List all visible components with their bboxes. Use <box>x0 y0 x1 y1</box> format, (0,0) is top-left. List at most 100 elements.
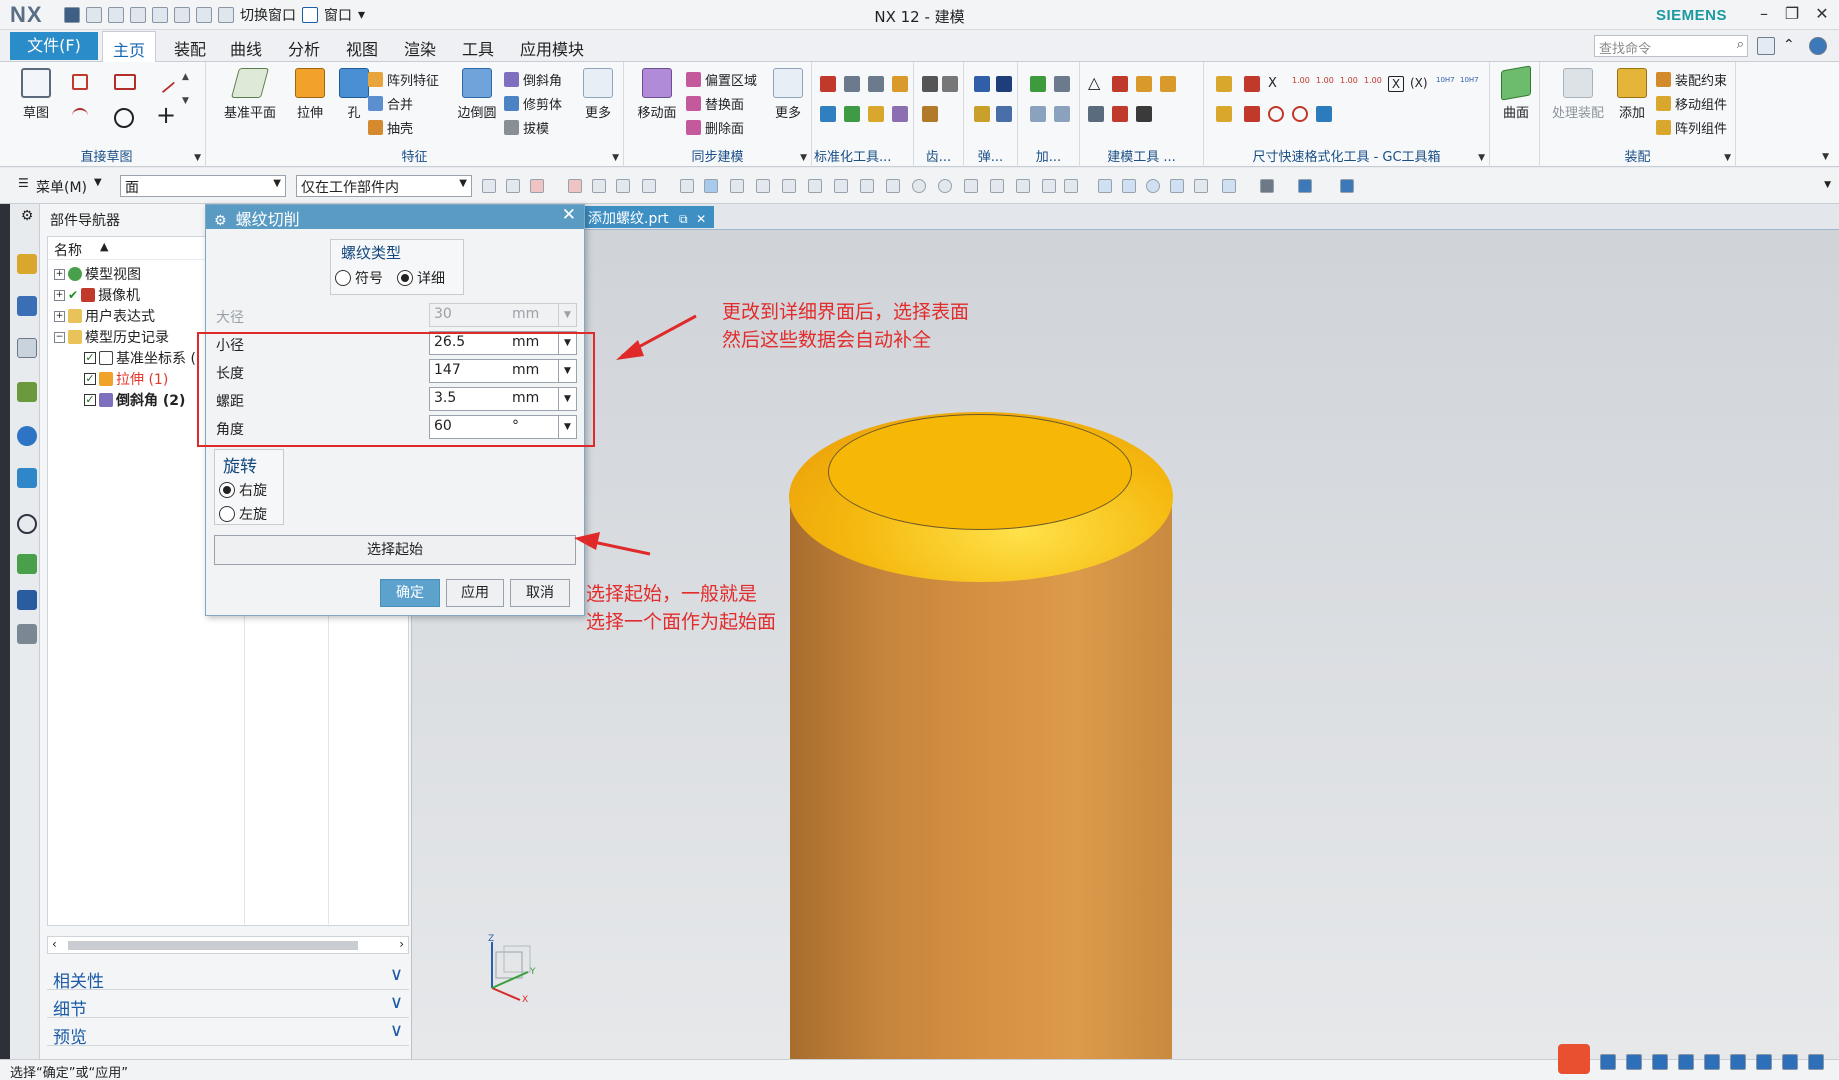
cancel-button[interactable]: 取消 <box>510 579 570 607</box>
sync-group-dropdown-icon[interactable]: ▼ <box>800 153 807 163</box>
paste-icon[interactable] <box>152 7 168 23</box>
scroll-right-icon[interactable]: › <box>399 937 404 951</box>
menu-icon[interactable]: ☰ <box>18 176 32 190</box>
rectangle-icon[interactable] <box>114 74 136 90</box>
constraint-navigator-icon[interactable] <box>17 296 37 316</box>
checkbox[interactable]: ✓ <box>84 352 96 364</box>
restore-icon[interactable]: ❐ <box>1780 4 1804 23</box>
expand-icon[interactable]: + <box>54 310 65 322</box>
standard-tool-icon[interactable] <box>820 106 836 122</box>
filter-tool-icon[interactable] <box>506 179 520 193</box>
snap-tool-icon[interactable] <box>990 179 1004 193</box>
draft-button[interactable]: 拔模 <box>504 118 549 137</box>
gc-tool-icon[interactable] <box>1216 76 1232 92</box>
tab-view[interactable]: 视图 <box>346 36 378 60</box>
gc-tool-icon[interactable] <box>1216 106 1232 122</box>
ime-tool-icon[interactable] <box>1652 1054 1668 1070</box>
assembly-group-dropdown-icon[interactable]: ▼ <box>1724 153 1731 163</box>
snap-tool-icon[interactable] <box>808 179 822 193</box>
sort-ascending-icon[interactable]: ▲ <box>100 240 108 253</box>
tab-home[interactable]: 主页 <box>102 31 157 62</box>
close-icon[interactable]: ✕ <box>562 205 576 225</box>
view-tool-icon[interactable] <box>1122 179 1136 193</box>
gc-x-icon[interactable]: X <box>1388 76 1404 92</box>
gc-toolbox-dropdown-icon[interactable]: ▼ <box>1478 153 1485 163</box>
scrollbar-thumb[interactable] <box>68 941 358 950</box>
command-search-input[interactable]: 查找命令 ⌕ <box>1594 35 1748 57</box>
add-component-button[interactable]: 添加 <box>1610 68 1654 121</box>
chamfer-button[interactable]: 倒斜角 <box>504 70 562 89</box>
tree-item-user-expressions[interactable]: + 用户表达式 <box>54 306 155 326</box>
menu-dropdown-icon[interactable]: ▼ <box>94 177 102 188</box>
snap-tool-icon[interactable] <box>886 179 900 193</box>
column-header-name[interactable]: 名称 <box>54 240 82 260</box>
assembly-navigator-icon[interactable] <box>17 254 37 274</box>
tab-analysis[interactable]: 分析 <box>288 36 320 60</box>
radio-detailed[interactable]: 详细 <box>397 268 445 288</box>
gc-fit-icon[interactable]: 10H7 <box>1460 76 1479 92</box>
modeling-tool-icon[interactable] <box>1136 106 1152 122</box>
gc-tool-icon[interactable] <box>1316 106 1332 122</box>
snap-tool-icon[interactable] <box>834 179 848 193</box>
gear-tool-icon[interactable] <box>922 76 938 92</box>
toolbar-overflow-icon[interactable]: ▼ <box>1824 180 1831 190</box>
cut-icon[interactable] <box>108 7 124 23</box>
snap-tool-icon[interactable] <box>964 179 978 193</box>
radio-button[interactable] <box>335 270 351 286</box>
chevron-down-icon[interactable]: ∨ <box>390 992 403 1013</box>
standard-tool-icon[interactable] <box>868 76 884 92</box>
ime-logo-icon[interactable] <box>1558 1044 1590 1074</box>
pattern-feature-button[interactable]: 阵列特征 <box>368 70 439 89</box>
expand-icon[interactable]: + <box>54 289 65 301</box>
rotate-view-icon[interactable] <box>1146 179 1160 193</box>
cylinder-body[interactable] <box>790 505 1172 1059</box>
gc-tool-icon[interactable] <box>1244 76 1260 92</box>
extrude-button[interactable]: 拉伸 <box>288 68 332 121</box>
snap-tool-icon[interactable] <box>1064 179 1078 193</box>
gc-x-icon[interactable]: (X) <box>1410 76 1428 92</box>
chevron-down-icon[interactable]: ∨ <box>390 964 403 985</box>
filter-tool-icon[interactable] <box>482 179 496 193</box>
panel-preview[interactable]: 预览 ∨ <box>47 1020 409 1048</box>
radio-left-hand[interactable]: 左旋 <box>219 504 267 524</box>
filter-tool-icon[interactable] <box>592 179 606 193</box>
shell-button[interactable]: 抽壳 <box>368 118 413 137</box>
delete-face-button[interactable]: 删除面 <box>686 118 744 137</box>
radio-right-hand[interactable]: 右旋 <box>219 480 267 500</box>
gc-fit-icon[interactable]: 10H7 <box>1436 76 1455 92</box>
history-icon[interactable] <box>17 514 37 534</box>
apply-button[interactable]: 应用 <box>446 579 504 607</box>
radio-button-selected[interactable] <box>219 482 235 498</box>
point-icon[interactable]: + <box>156 103 176 127</box>
ime-tool-icon[interactable] <box>1808 1054 1824 1070</box>
standard-tool-icon[interactable] <box>844 106 860 122</box>
modeling-tool-icon[interactable] <box>1112 76 1128 92</box>
filter-tool-icon[interactable] <box>616 179 630 193</box>
surface-button[interactable]: 曲面 <box>1496 65 1536 121</box>
gc-tolerance-icon[interactable]: 1.00 <box>1364 76 1382 92</box>
web-browser-icon[interactable] <box>17 468 37 488</box>
feature-group-dropdown-icon[interactable]: ▼ <box>612 153 619 163</box>
feature-more-button[interactable]: 更多 <box>578 68 618 121</box>
snap-tool-icon[interactable] <box>756 179 770 193</box>
modeling-tool-icon[interactable] <box>1136 76 1152 92</box>
help-icon[interactable] <box>1809 37 1827 55</box>
tab-application[interactable]: 应用模块 <box>520 36 584 60</box>
profile-icon[interactable] <box>72 74 88 90</box>
ime-tool-icon[interactable] <box>1704 1054 1720 1070</box>
ime-tool-icon[interactable] <box>1600 1054 1616 1070</box>
line-icon[interactable] <box>152 70 176 94</box>
machining-tool-icon[interactable] <box>1054 76 1070 92</box>
view-tool-icon[interactable] <box>1194 179 1208 193</box>
copy-icon[interactable] <box>130 7 146 23</box>
radio-button[interactable] <box>219 506 235 522</box>
view-tool-icon[interactable] <box>1222 179 1236 193</box>
tree-item-cameras[interactable]: + ✔ 摄像机 <box>54 285 140 305</box>
view-orientation-icon[interactable] <box>1298 179 1312 193</box>
tab-assembly[interactable]: 装配 <box>174 36 206 60</box>
select-start-button[interactable]: 选择起始 <box>214 535 576 565</box>
close-tab-icon[interactable]: ✕ <box>696 212 706 226</box>
tab-tools[interactable]: 工具 <box>462 36 494 60</box>
part-navigator-icon[interactable] <box>17 338 37 358</box>
tree-item-datum-csys[interactable]: ✓ 基准坐标系 ( <box>84 348 196 368</box>
